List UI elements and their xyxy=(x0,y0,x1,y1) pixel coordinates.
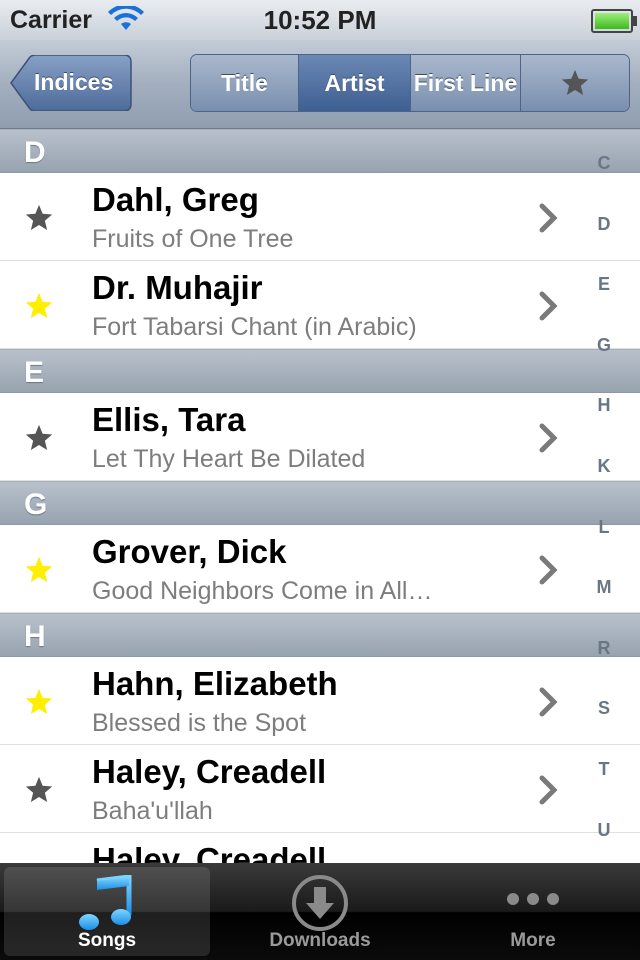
index-letter[interactable]: M xyxy=(578,564,630,625)
artist-name: Grover, Dick xyxy=(92,533,287,570)
song-title: Fort Tabarsi Chant (in Arabic) xyxy=(92,313,417,341)
song-title: Baha'u'llah xyxy=(92,797,213,825)
star-icon xyxy=(561,69,589,95)
index-letter[interactable]: L xyxy=(578,504,630,565)
section-letter: H xyxy=(24,620,46,653)
sort-segmented-control: Title Artist First Line xyxy=(190,54,630,112)
index-letter[interactable]: D xyxy=(578,201,630,262)
tab-more-label: More xyxy=(510,930,556,951)
artist-name: Ellis, Tara xyxy=(92,401,246,438)
status-bar: Carrier 10:52 PM xyxy=(0,0,640,40)
section-index[interactable]: CDEGHKLMRSTU xyxy=(578,140,630,867)
artist-row[interactable]: Grover, Dick Good Neighbors Come in All… xyxy=(0,525,640,613)
section-header: E xyxy=(0,349,640,393)
segment-favorites[interactable] xyxy=(521,55,629,111)
song-title: Let Thy Heart Be Dilated xyxy=(92,445,366,473)
section-letter: E xyxy=(24,356,45,389)
section-header: G xyxy=(0,481,640,525)
artist-row[interactable]: Hahn, Elizabeth Blessed is the Spot xyxy=(0,657,640,745)
artist-row[interactable]: Ellis, Tara Let Thy Heart Be Dilated xyxy=(0,393,640,481)
artist-name: Dr. Muhajir xyxy=(92,269,263,306)
artist-name: Hahn, Elizabeth xyxy=(92,665,338,702)
index-letter[interactable]: R xyxy=(578,625,630,686)
tab-songs[interactable]: Songs xyxy=(4,867,210,956)
artist-name: Haley, Creadell xyxy=(92,753,327,790)
index-letter[interactable]: G xyxy=(578,322,630,383)
back-button-label: Indices xyxy=(34,69,114,95)
navigation-bar: Indices Title Artist First Line xyxy=(0,40,640,129)
tab-more[interactable]: More xyxy=(430,867,636,956)
chevron-right-icon xyxy=(539,687,558,717)
artist-name: Haley, Creadell xyxy=(92,841,327,863)
chevron-right-icon xyxy=(539,203,558,233)
song-title: Blessed is the Spot xyxy=(92,709,307,737)
segment-artist[interactable]: Artist xyxy=(299,55,411,111)
chevron-right-icon xyxy=(539,555,558,585)
chevron-right-icon xyxy=(539,291,558,321)
index-letter[interactable]: E xyxy=(578,261,630,322)
star-icon[interactable] xyxy=(24,423,54,453)
index-letter[interactable]: H xyxy=(578,382,630,443)
tab-downloads[interactable]: Downloads xyxy=(217,867,423,956)
index-letter[interactable]: K xyxy=(578,443,630,504)
artist-row[interactable]: Dahl, Greg Fruits of One Tree xyxy=(0,173,640,261)
chevron-right-icon xyxy=(539,423,558,453)
segment-first-line[interactable]: First Line xyxy=(411,55,521,111)
artist-row[interactable]: Dr. Muhajir Fort Tabarsi Chant (in Arabic… xyxy=(0,261,640,349)
artist-name: Dahl, Greg xyxy=(92,181,259,218)
chevron-right-icon xyxy=(539,775,558,805)
section-letter: G xyxy=(24,488,48,521)
segment-title[interactable]: Title xyxy=(191,55,299,111)
favorite-star-icon[interactable] xyxy=(24,291,54,321)
index-letter[interactable]: T xyxy=(578,746,630,807)
section-header: D xyxy=(0,129,640,173)
battery-icon xyxy=(591,9,637,33)
artist-row[interactable]: Haley, Creadell Baha'u'llah xyxy=(0,745,640,833)
index-letter[interactable]: U xyxy=(578,807,630,868)
clock: 10:52 PM xyxy=(263,5,377,35)
tab-downloads-label: Downloads xyxy=(269,930,371,951)
star-icon[interactable] xyxy=(24,203,54,233)
favorite-star-icon[interactable] xyxy=(24,687,54,717)
artist-row[interactable]: Haley, Creadell xyxy=(0,833,640,863)
index-letter[interactable]: C xyxy=(578,140,630,201)
download-icon xyxy=(292,875,348,931)
song-title: Good Neighbors Come in All… xyxy=(92,577,433,605)
section-letter: D xyxy=(24,136,46,169)
section-header: H xyxy=(0,613,640,657)
favorite-star-icon[interactable] xyxy=(24,555,54,585)
tab-songs-label: Songs xyxy=(77,930,137,951)
song-title: Fruits of One Tree xyxy=(92,225,294,253)
tab-bar: Songs Downloads More xyxy=(0,863,640,960)
music-note-icon xyxy=(79,875,132,930)
index-letter[interactable]: S xyxy=(578,685,630,746)
back-button[interactable]: Indices xyxy=(10,55,132,111)
star-icon[interactable] xyxy=(24,775,54,805)
artist-list: D Dahl, Greg Fruits of One Tree Dr. Muhajir… xyxy=(0,129,640,863)
more-icon xyxy=(507,893,559,905)
